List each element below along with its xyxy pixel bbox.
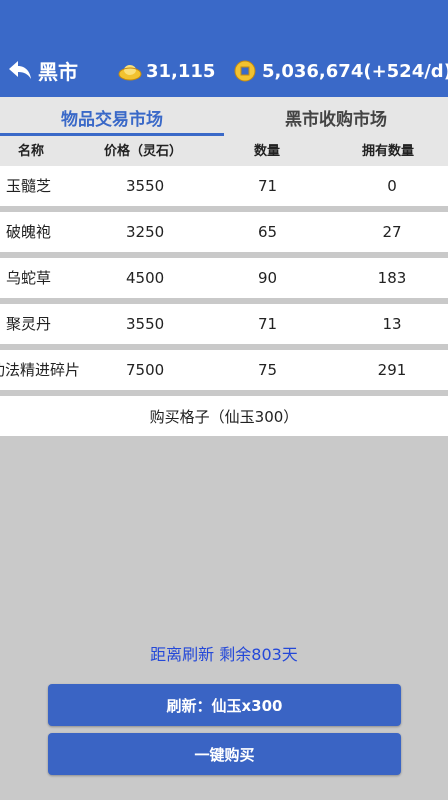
back-label: 黑市 xyxy=(38,59,78,84)
item-name: 功法精进碎片 xyxy=(0,361,81,379)
item-quantity: 71 xyxy=(258,315,278,333)
item-owned: 291 xyxy=(377,361,407,379)
top-bar: 黑市 31,115 5,036,674(+524/d) xyxy=(0,0,448,97)
coin-value: 5,036,674(+524/d) xyxy=(262,60,448,82)
item-price: 3550 xyxy=(126,177,165,195)
ingot-value: 31,115 xyxy=(146,60,216,82)
column-quantity: 数量 xyxy=(254,144,281,159)
item-owned: 183 xyxy=(377,269,407,287)
item-name: 破魄袍 xyxy=(6,223,52,241)
buy-all-button-label: 一键购买 xyxy=(194,745,255,764)
tab-item-market[interactable]: 物品交易市场 xyxy=(0,97,224,138)
tab-buyback-market[interactable]: 黑市收购市场 xyxy=(224,97,448,138)
tab-item-market-label: 物品交易市场 xyxy=(61,110,163,130)
refresh-button-label: 刷新：仙玉x300 xyxy=(166,696,283,715)
column-price: 价格（灵石） xyxy=(104,144,183,159)
buy-all-button[interactable]: 一键购买 xyxy=(48,733,401,775)
item-quantity: 90 xyxy=(258,269,278,287)
item-name: 聚灵丹 xyxy=(6,315,52,333)
item-price: 3250 xyxy=(126,223,165,241)
gold-ingot-icon xyxy=(118,65,142,81)
column-name: 名称 xyxy=(18,144,45,159)
coin-counter: 5,036,674(+524/d) xyxy=(234,58,448,84)
column-owned: 拥有数量 xyxy=(362,144,415,159)
item-price: 7500 xyxy=(126,361,165,379)
buy-slot-button[interactable]: 购买格子（仙玉300） xyxy=(0,396,448,436)
buy-slot-label: 购买格子（仙玉300） xyxy=(149,407,299,426)
tab-buyback-market-label: 黑市收购市场 xyxy=(285,110,387,130)
back-arrow-icon xyxy=(9,61,31,79)
item-quantity: 71 xyxy=(258,177,278,195)
table-row[interactable]: 聚灵丹 3550 71 13 xyxy=(0,304,448,344)
refresh-button[interactable]: 刷新：仙玉x300 xyxy=(48,684,401,726)
item-name: 乌蛇草 xyxy=(6,269,52,287)
ingot-counter: 31,115 xyxy=(118,58,215,84)
table-row[interactable]: 功法精进碎片 7500 75 291 xyxy=(0,350,448,390)
market-tabs: 物品交易市场 黑市收购市场 xyxy=(0,97,448,138)
table-header: 名称 价格（灵石） 数量 拥有数量 xyxy=(0,138,448,166)
item-quantity: 75 xyxy=(258,361,278,379)
table-row[interactable]: 乌蛇草 4500 90 183 xyxy=(0,258,448,298)
item-price: 4500 xyxy=(126,269,165,287)
gold-coin-icon xyxy=(234,60,256,82)
item-quantity: 65 xyxy=(258,223,278,241)
item-name: 玉髓芝 xyxy=(6,177,52,195)
item-owned: 27 xyxy=(382,223,402,241)
item-owned: 13 xyxy=(382,315,402,333)
item-price: 3550 xyxy=(126,315,165,333)
item-owned: 0 xyxy=(387,177,397,195)
refresh-countdown: 距离刷新 剩余803天 xyxy=(150,645,298,664)
item-list: 玉髓芝 3550 71 0 破魄袍 3250 65 27 乌蛇草 4500 90… xyxy=(0,166,448,396)
table-row[interactable]: 破魄袍 3250 65 27 xyxy=(0,212,448,252)
table-row[interactable]: 玉髓芝 3550 71 0 xyxy=(0,166,448,206)
back-button[interactable]: 黑市 xyxy=(8,56,78,84)
